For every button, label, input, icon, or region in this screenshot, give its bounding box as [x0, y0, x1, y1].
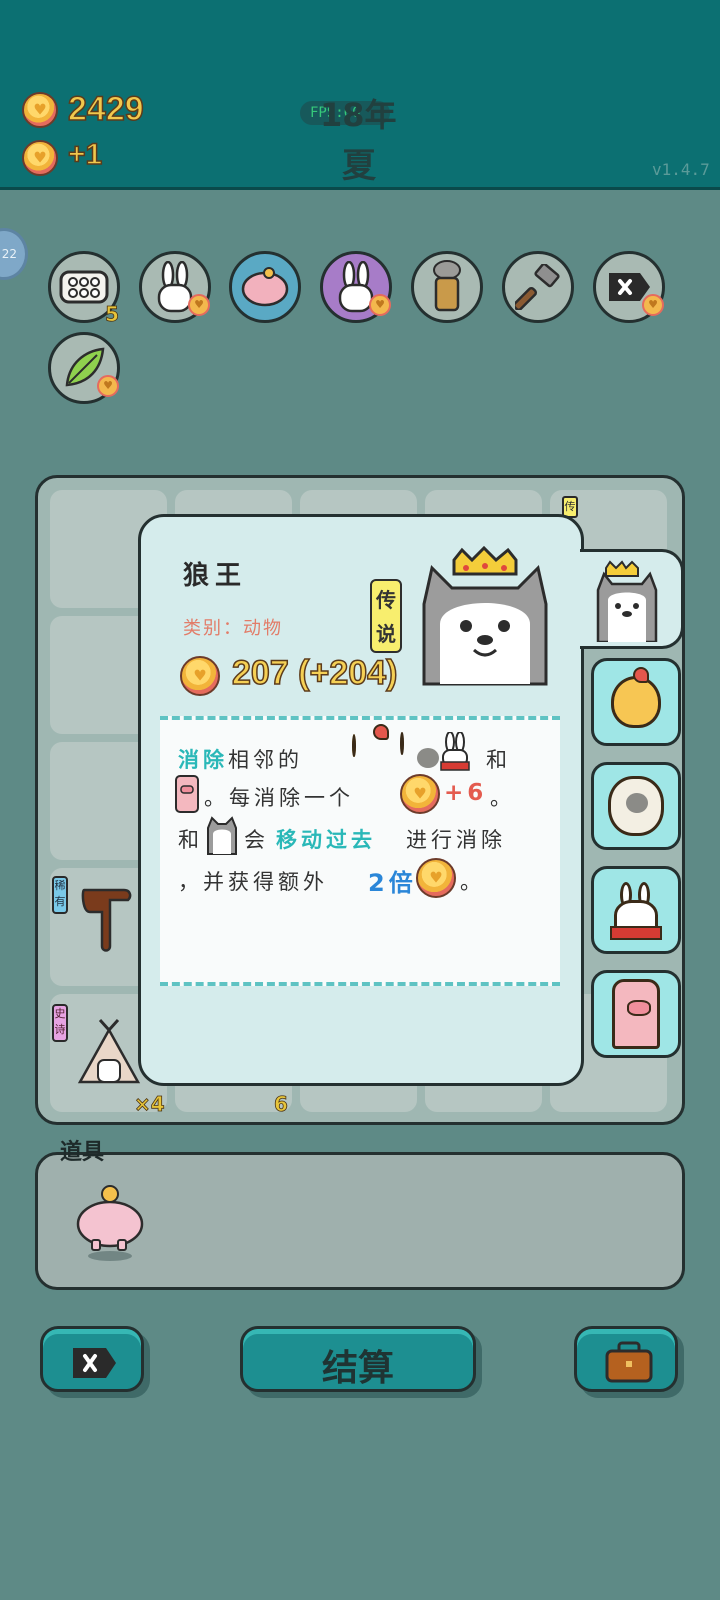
- wolf-icon: [204, 814, 238, 856]
- coin-income: +1: [67, 137, 103, 172]
- relic-delete[interactable]: ♥: [593, 251, 665, 323]
- desc-keyword: 消除: [178, 748, 228, 772]
- heart-coin-icon: ♥: [97, 375, 119, 397]
- rabbit-icon: [440, 731, 470, 772]
- relic-leaf[interactable]: ♥: [48, 332, 120, 404]
- heart-coin-icon: ♥: [642, 294, 664, 316]
- items-label: 道具: [60, 1140, 105, 1165]
- value-coin-icon: [180, 656, 220, 696]
- piggy-bank-icon[interactable]: [72, 1184, 148, 1264]
- income-coin-icon: [22, 140, 58, 176]
- desc-keyword: 移动过去: [276, 828, 376, 852]
- briefcase-icon: [605, 1341, 653, 1383]
- remove-button[interactable]: [40, 1326, 144, 1392]
- inventory-button[interactable]: [574, 1326, 678, 1392]
- year-label: 18年: [320, 96, 397, 134]
- hammer-icon: [515, 264, 560, 310]
- symbol-value: 207 (+204): [231, 653, 398, 693]
- rarity-tag-epic: 史诗: [52, 1004, 68, 1042]
- relic-bubble-tea[interactable]: [411, 251, 483, 323]
- tab-pig[interactable]: [591, 970, 681, 1058]
- description-box: 消除相邻的 和 。每消除一个 +6 。 和 会 移动过去 进行消除 ，并获得额外…: [160, 716, 560, 986]
- desc-text: ，并获得额外: [178, 870, 328, 894]
- relic-rabbit[interactable]: ♥: [139, 251, 211, 323]
- rarity-badge: 传说: [370, 579, 402, 653]
- relic-piggy-bank[interactable]: [229, 251, 301, 323]
- settle-button[interactable]: 结算: [240, 1326, 476, 1392]
- coin-total: 2429: [67, 89, 144, 129]
- desc-keyword: 2倍: [368, 869, 417, 897]
- pig-icon: [612, 979, 660, 1049]
- desc-text: 会: [244, 828, 269, 852]
- desc-text: 和: [178, 828, 203, 852]
- tab-chick[interactable]: [591, 658, 681, 746]
- relic-count: 5: [105, 302, 120, 327]
- heart-coin-icon: ♥: [369, 294, 391, 316]
- wolf-king-icon: [596, 560, 658, 642]
- coin-icon: [22, 92, 58, 128]
- desc-text: 相邻的: [228, 748, 303, 772]
- rarity-tag-rare: 稀有: [52, 876, 68, 914]
- tab-rabbit[interactable]: [591, 866, 681, 954]
- piggy-bank-icon: [241, 267, 289, 307]
- desc-text: 。: [490, 786, 515, 810]
- cell-multiplier: ×4: [134, 1092, 165, 1117]
- desc-text: 。: [460, 870, 485, 894]
- delete-icon: [73, 1348, 116, 1378]
- relic-egg-tray[interactable]: 5: [48, 251, 120, 327]
- coin-icon: [416, 858, 456, 898]
- pointing-hand-icon: [81, 888, 132, 952]
- season-label: 夏: [342, 146, 376, 186]
- bubble-tea-icon: [433, 260, 461, 312]
- symbol-name: 狼王: [183, 561, 248, 591]
- chick-icon: [352, 734, 356, 757]
- heart-coin-icon: ♥: [188, 294, 210, 316]
- tent-icon: [77, 1018, 141, 1084]
- symbol-category: 类别：动物: [183, 618, 283, 639]
- desc-text: 。每消除一个: [204, 786, 354, 810]
- sheep-icon: [400, 732, 404, 755]
- desc-bonus: +6: [444, 780, 488, 806]
- chick-icon: [611, 667, 661, 728]
- tab-sheep[interactable]: [591, 762, 681, 850]
- coin-icon: [400, 774, 440, 814]
- pig-icon: [174, 774, 200, 814]
- level-badge[interactable]: 22: [0, 228, 28, 280]
- wolf-king-portrait: [422, 546, 548, 686]
- version-label: v1.4.7: [652, 160, 710, 179]
- cell-count: 6: [274, 1092, 289, 1117]
- settle-label: 结算: [321, 1348, 394, 1389]
- relic-hammer[interactable]: [502, 251, 574, 323]
- desc-text: 进行消除: [406, 828, 506, 852]
- rabbit-icon: [610, 882, 662, 940]
- relic-rabbit-purple[interactable]: ♥: [320, 251, 392, 323]
- egg-tray-icon: [59, 270, 109, 304]
- tab-wolf-king[interactable]: [580, 549, 684, 649]
- sheep-icon: [608, 776, 664, 836]
- desc-and: 和: [486, 748, 511, 772]
